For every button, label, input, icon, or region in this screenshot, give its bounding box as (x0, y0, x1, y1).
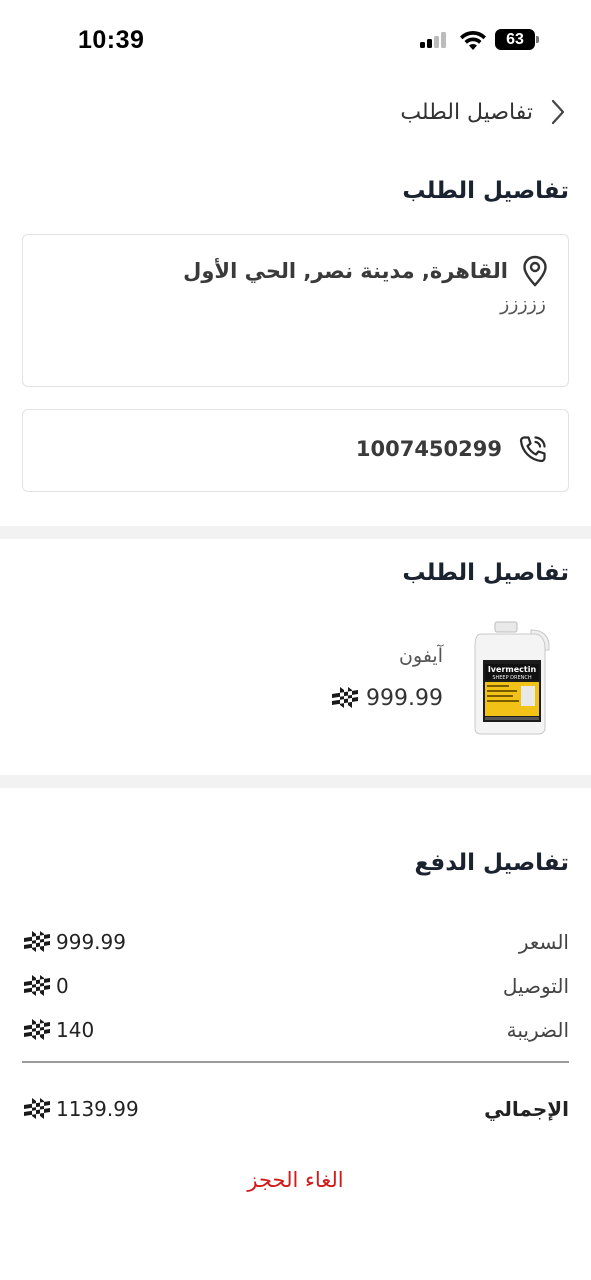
items-title: تفاصيل الطلب (402, 560, 569, 586)
total-value: 1139.99 (56, 1097, 139, 1121)
phone-icon (519, 436, 546, 463)
product-image-text-2: SHEEP DRENCH (492, 675, 532, 681)
payment-row-total: 1139.99 الإجمالي (22, 1094, 569, 1124)
battery-icon: 63 (495, 29, 539, 50)
page-title: تفاصيل الطلب (400, 99, 533, 125)
product-image-text-1: Ivermectin (488, 665, 537, 674)
payment-label: الضريبة (506, 1018, 569, 1042)
payment-row-tax: 140 الضريبة (22, 1015, 569, 1045)
cancel-booking-button[interactable]: الغاء الحجز (0, 1168, 591, 1192)
riyal-icon (332, 687, 359, 708)
payment-row-price: 999.99 السعر (22, 927, 569, 957)
total-label: الإجمالي (484, 1097, 569, 1121)
section-divider (0, 526, 591, 539)
product-image: Ivermectin SHEEP DRENCH (471, 620, 551, 736)
payment-divider (22, 1061, 569, 1063)
address-main: القاهرة, مدينة نصر, الحي الأول (183, 259, 508, 283)
address-card[interactable]: القاهرة, مدينة نصر, الحي الأول ززززز (22, 234, 569, 387)
nav-header: تفاصيل الطلب (400, 92, 569, 132)
payment-value: 999.99 (56, 930, 126, 954)
riyal-icon (24, 975, 50, 996)
riyal-icon (24, 931, 50, 952)
product-price: 999.99 (366, 685, 443, 711)
payment-title: تفاصيل الدفع (414, 850, 569, 876)
riyal-icon (24, 1098, 50, 1119)
status-bar: 10:39 63 (0, 0, 591, 80)
signal-icon (420, 32, 450, 48)
payment-value: 140 (56, 1018, 95, 1042)
payment-value: 0 (56, 974, 69, 998)
section-divider (0, 775, 591, 788)
wifi-icon (460, 30, 486, 50)
order-details-title: تفاصيل الطلب (402, 178, 569, 204)
product-name: آيفون (399, 645, 443, 667)
battery-level: 63 (495, 29, 535, 50)
chevron-right-icon[interactable] (547, 97, 569, 127)
location-pin-icon (523, 255, 547, 287)
payment-row-delivery: 0 التوصيل (22, 971, 569, 1001)
order-item[interactable]: Ivermectin SHEEP DRENCH آيفون 999.99 (330, 620, 551, 736)
payment-label: التوصيل (502, 974, 569, 998)
payment-label: السعر (518, 930, 569, 954)
status-time: 10:39 (78, 26, 145, 54)
phone-number: 1007450299 (355, 437, 502, 461)
phone-card[interactable]: 1007450299 (22, 409, 569, 492)
address-sub: ززززز (500, 293, 546, 315)
riyal-icon (24, 1019, 50, 1040)
